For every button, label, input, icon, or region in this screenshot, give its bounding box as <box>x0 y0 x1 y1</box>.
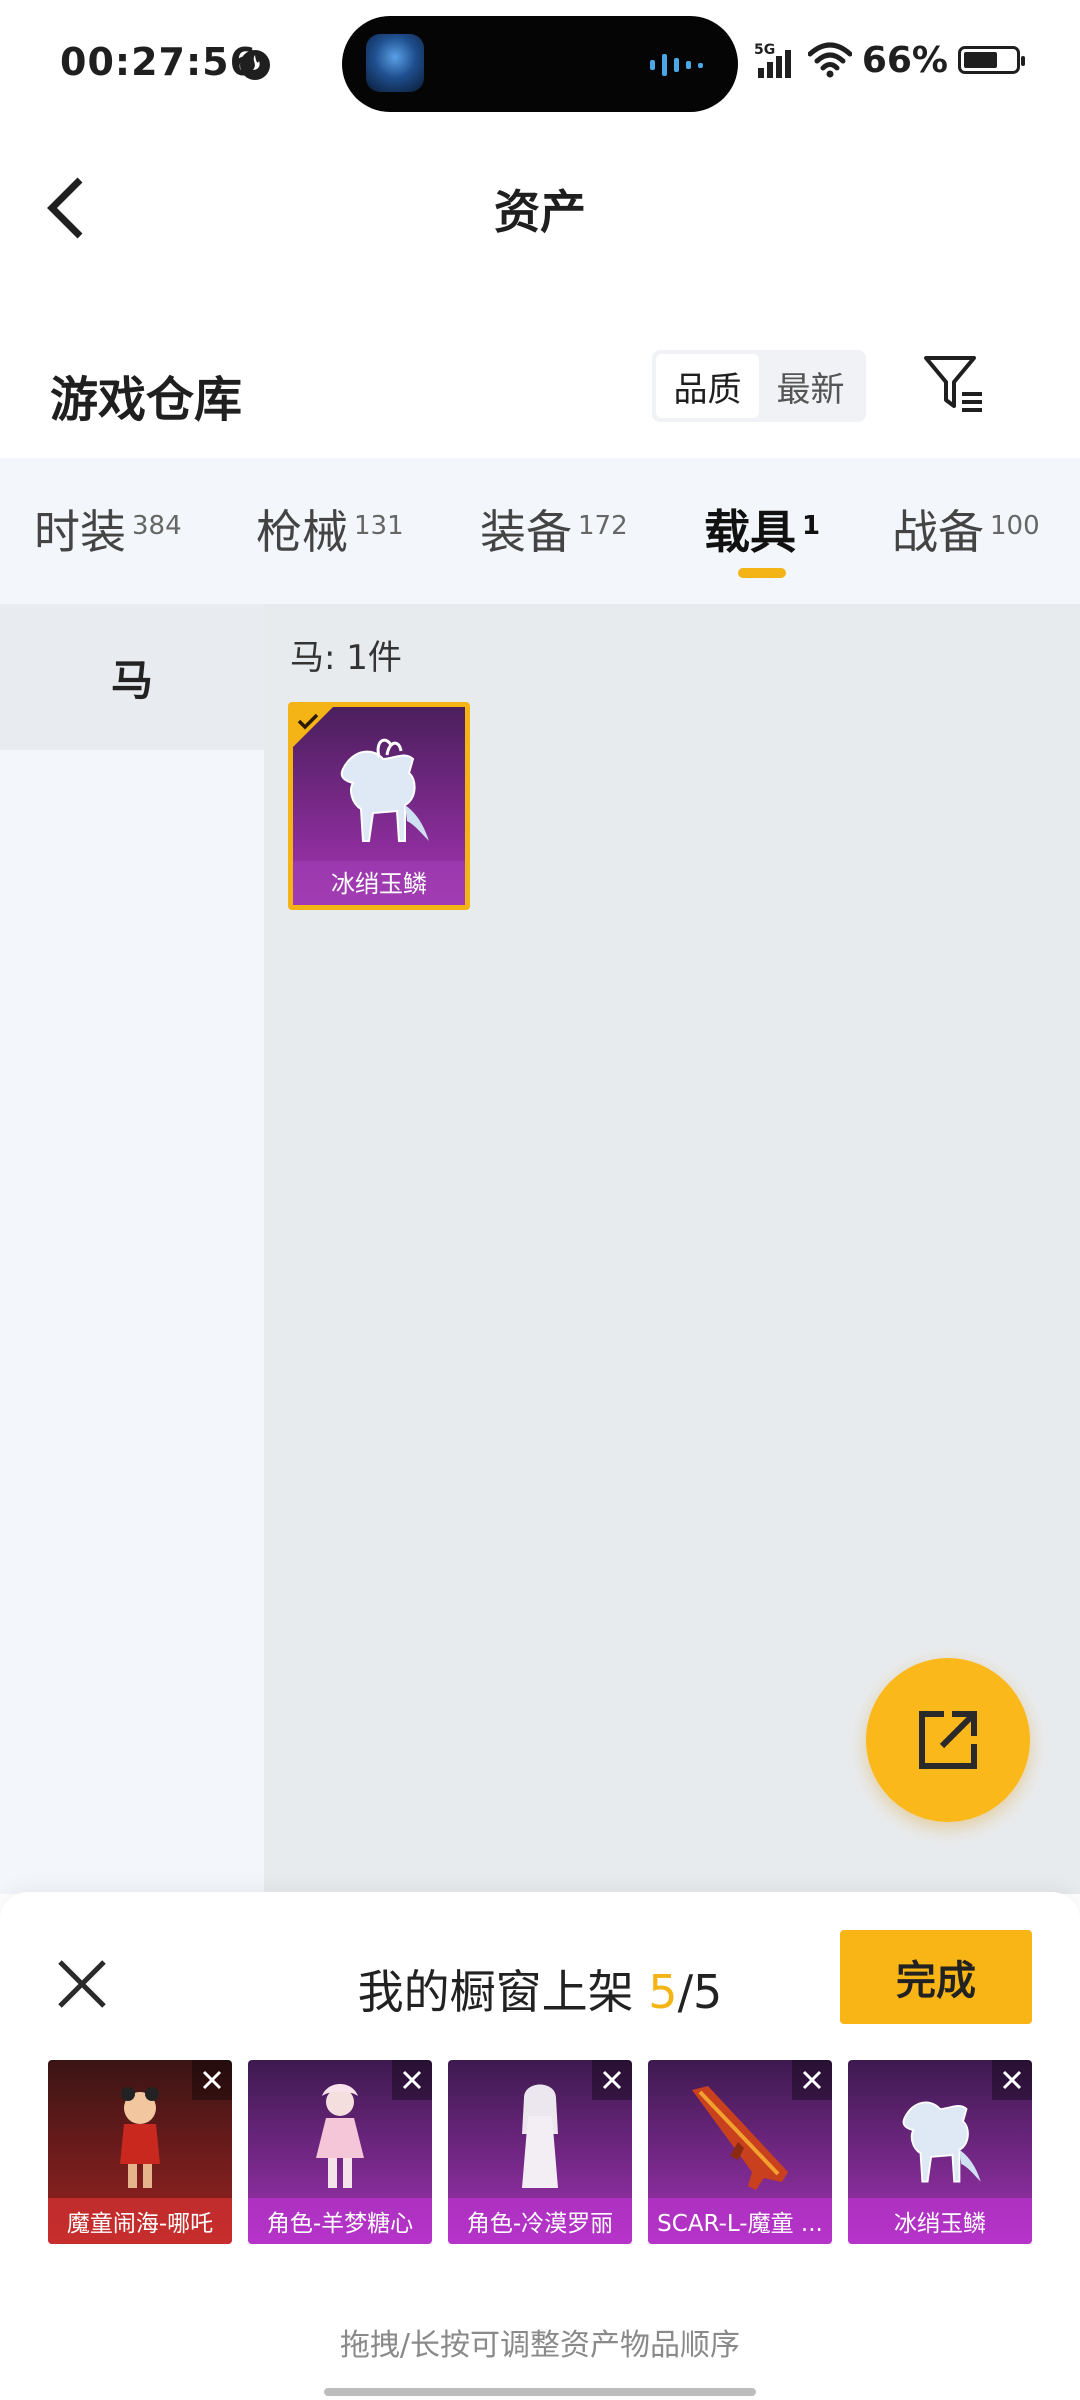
tab-label: 装备 <box>480 505 572 559</box>
reorder-hint: 拖拽/长按可调整资产物品顺序 <box>339 2328 741 2363</box>
wifi-icon <box>807 42 852 78</box>
warehouse-title: 游戏仓库 <box>50 372 243 428</box>
audio-wave-icon <box>650 54 703 76</box>
showcase-item-label: SCAR-L-魔童 ... <box>648 2198 832 2244</box>
battery-icon <box>958 46 1025 74</box>
media-thumbnail <box>366 34 424 92</box>
tab-guns[interactable]: 枪械 131 <box>256 496 404 562</box>
tab-battle-gear[interactable]: 战备 100 <box>892 496 1040 562</box>
tab-label: 枪械 <box>256 505 348 559</box>
showcase-item-label: 冰绡玉鳞 <box>848 2198 1032 2244</box>
showcase-current-count: 5 <box>648 1965 678 2019</box>
remove-icon[interactable] <box>792 2060 832 2100</box>
showcase-item-label: 角色-冷漠罗丽 <box>448 2198 632 2244</box>
sort-latest-button[interactable]: 最新 <box>759 354 862 418</box>
tab-equipment[interactable]: 装备 172 <box>480 496 628 562</box>
showcase-item[interactable]: SCAR-L-魔童 ... <box>648 2060 832 2244</box>
notification-flame-icon <box>240 50 270 80</box>
character-figure-icon <box>316 2084 364 2188</box>
external-link-icon <box>919 1711 977 1769</box>
share-export-button[interactable] <box>866 1658 1030 1822</box>
rifle-icon <box>692 2086 788 2190</box>
sort-toggle: 品质 最新 <box>652 350 866 422</box>
showcase-item-label: 角色-羊梦糖心 <box>248 2198 432 2244</box>
showcase-title-text: 我的橱窗上架 <box>357 1965 634 2019</box>
battery-percent: 66% <box>861 39 948 81</box>
active-tab-indicator <box>738 568 786 578</box>
showcase-item[interactable]: 魔童闹海-哪吒 <box>48 2060 232 2244</box>
subcategory-sidebar: 马 <box>0 604 264 1894</box>
character-figure-icon <box>522 2084 558 2188</box>
home-indicator[interactable] <box>324 2388 756 2396</box>
tab-vehicles[interactable]: 载具 1 <box>704 496 820 562</box>
sidebar-item-horse[interactable]: 马 <box>0 604 264 750</box>
network-label: 5G <box>754 42 775 58</box>
showcase-total-count: /5 <box>677 1965 723 2019</box>
item-count-label: 马: 1件 <box>290 638 402 678</box>
sort-quality-button[interactable]: 品质 <box>656 354 759 418</box>
remove-icon[interactable] <box>992 2060 1032 2100</box>
tab-count: 384 <box>132 511 182 541</box>
tab-count: 100 <box>990 511 1040 541</box>
done-button[interactable]: 完成 <box>840 1930 1032 2024</box>
status-indicators: 5G 66% <box>754 39 1025 81</box>
tab-fashion[interactable]: 时装 384 <box>34 496 182 562</box>
showcase-item[interactable]: 角色-冷漠罗丽 <box>448 2060 632 2244</box>
tab-count: 131 <box>354 511 404 541</box>
warehouse-header: 游戏仓库 品质 最新 <box>0 330 1080 450</box>
showcase-item[interactable]: 角色-羊梦糖心 <box>248 2060 432 2244</box>
horse-mount-icon <box>902 2101 981 2183</box>
clock: 00:27:56 <box>60 40 258 84</box>
battery-fill <box>964 52 997 68</box>
dynamic-island <box>342 16 738 112</box>
item-card[interactable]: 冰绡玉鳞 <box>288 702 470 910</box>
showcase-item-label: 魔童闹海-哪吒 <box>48 2198 232 2244</box>
category-tabs: 时装 384 枪械 131 装备 172 载具 1 战备 100 <box>0 458 1080 604</box>
filter-icon[interactable] <box>922 352 988 418</box>
tab-count: 172 <box>578 511 628 541</box>
tab-count: 1 <box>802 511 821 541</box>
remove-icon[interactable] <box>392 2060 432 2100</box>
cellular-5g-icon: 5G <box>754 42 791 78</box>
showcase-item[interactable]: 冰绡玉鳞 <box>848 2060 1032 2244</box>
character-figure-icon <box>120 2087 160 2188</box>
horse-mount-icon <box>340 738 429 842</box>
tab-label: 战备 <box>892 505 984 559</box>
app-header: 资产 <box>0 130 1080 280</box>
showcase-shelf: 魔童闹海-哪吒 角色-羊梦糖心 角色-冷漠罗丽 SCAR-L-魔童 ... 冰绡… <box>48 2060 1032 2246</box>
selected-check-icon <box>293 707 333 747</box>
tab-label: 时装 <box>34 505 126 559</box>
item-name: 冰绡玉鳞 <box>331 870 427 898</box>
remove-icon[interactable] <box>592 2060 632 2100</box>
tab-label: 载具 <box>704 505 796 559</box>
page-title: 资产 <box>494 185 586 239</box>
status-bar: 00:27:56 5G 66% <box>0 0 1080 130</box>
remove-icon[interactable] <box>192 2060 232 2100</box>
